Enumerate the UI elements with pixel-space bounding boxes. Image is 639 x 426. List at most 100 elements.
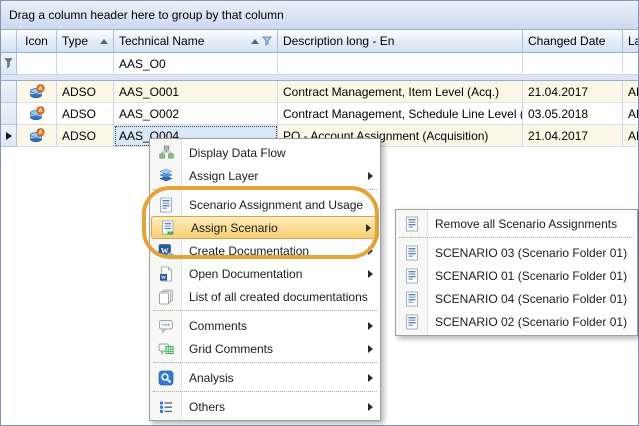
cell-description[interactable]: Contract Management, Schedule Line Level… [278, 103, 523, 125]
list-bullets-icon [158, 399, 174, 415]
cell-icon[interactable]: A [17, 81, 57, 103]
cell-technical-name[interactable]: AAS_O002 [114, 103, 278, 125]
document-lines-icon [404, 216, 420, 232]
menu-item-label: Scenario Assignment and Usage [189, 198, 363, 212]
document-lines-icon [404, 314, 420, 330]
submenu-item-label: SCENARIO 03 (Scenario Folder 01) [435, 246, 627, 260]
menu-item-others[interactable]: Others [150, 395, 380, 418]
submenu-arrow-icon [368, 172, 373, 180]
menu-item-label: Open Documentation [189, 267, 302, 281]
submenu-item-scenario-03[interactable]: SCENARIO 03 (Scenario Folder 01) [396, 241, 637, 264]
group-by-panel[interactable]: Drag a column header here to group by th… [1, 1, 638, 30]
submenu-item-label: Remove all Scenario Assignments [435, 217, 617, 231]
menu-item-label: Assign Scenario [191, 221, 278, 235]
menu-item-display-data-flow[interactable]: Display Data Flow [150, 141, 380, 164]
menu-item-assign-layer[interactable]: Assign Layer [150, 164, 380, 187]
filter-cell-changed-date[interactable] [523, 53, 623, 75]
cell-changed-date[interactable]: 21.04.2017 [523, 125, 623, 147]
document-lines-icon [404, 291, 420, 307]
column-header-technical-name[interactable]: Technical Name [114, 30, 278, 53]
submenu-item-scenario-01[interactable]: SCENARIO 01 (Scenario Folder 01) [396, 264, 637, 287]
table-row[interactable]: A ADSO AAS_O001 Contract Management, Ite… [1, 81, 638, 103]
sort-ascending-icon [251, 39, 259, 44]
table-row[interactable]: A ADSO AAS_O002 Contract Management, Sch… [1, 103, 638, 125]
menu-separator [153, 389, 377, 395]
column-header-icon-label: Icon [25, 34, 48, 48]
column-header-type-label: Type [62, 34, 88, 48]
submenu-arrow-icon [368, 322, 373, 330]
submenu-arrow-icon [368, 247, 373, 255]
column-header-technical-name-label: Technical Name [119, 34, 204, 48]
sort-ascending-icon [100, 39, 108, 44]
cell-icon[interactable]: A [17, 125, 57, 147]
submenu-arrow-icon [368, 270, 373, 278]
submenu-arrow-icon [368, 345, 373, 353]
cell-icon[interactable]: A [17, 103, 57, 125]
cell-type-text: ADSO [62, 129, 96, 143]
cell-description-text: Contract Management, Item Level (Acq.) [283, 85, 499, 99]
svg-text:A: A [38, 86, 42, 92]
menu-item-scenario-assignment-usage[interactable]: Scenario Assignment and Usage [150, 193, 380, 216]
cell-changed-date-text: 21.04.2017 [528, 129, 588, 143]
adso-object-icon: A [29, 106, 45, 122]
cell-description[interactable]: Contract Management, Item Level (Acq.) [278, 81, 523, 103]
submenu-item-scenario-04[interactable]: SCENARIO 04 (Scenario Folder 01) [396, 287, 637, 310]
column-filter-icon[interactable] [262, 36, 272, 46]
filter-cell-technical-name[interactable]: AAS_O0 [114, 53, 278, 75]
column-header-changed-date-label: Changed Date [528, 34, 605, 48]
grid-window: Drag a column header here to group by th… [0, 0, 639, 426]
cell-type[interactable]: ADSO [57, 125, 114, 147]
submenu-item-scenario-02[interactable]: SCENARIO 02 (Scenario Folder 01) [396, 310, 637, 333]
column-header-description-label: Description long - En [283, 34, 394, 48]
row-indicator [1, 81, 17, 103]
cell-last[interactable]: AD [623, 81, 638, 103]
menu-item-open-documentation[interactable]: W Open Documentation [150, 262, 380, 285]
menu-separator [153, 360, 377, 366]
cell-technical-name-text: AAS_O002 [119, 107, 179, 121]
menu-item-analysis[interactable]: Analysis [150, 366, 380, 389]
cell-technical-name[interactable]: AAS_O001 [114, 81, 278, 103]
column-header-type[interactable]: Type [57, 30, 114, 53]
filter-cell-type[interactable] [57, 53, 114, 75]
menu-item-create-documentation[interactable]: W Create Documentation [150, 239, 380, 262]
menu-item-label: Grid Comments [189, 342, 273, 356]
column-header-changed-date[interactable]: Changed Date [523, 30, 623, 53]
cell-description-text: Contract Management, Schedule Line Level… [283, 107, 523, 121]
filter-cell-icon[interactable] [17, 53, 57, 75]
document-lines-icon [404, 268, 420, 284]
cell-changed-date-text: 03.05.2018 [528, 107, 588, 121]
filter-cell-last[interactable] [623, 53, 638, 75]
column-header-last[interactable]: La [623, 30, 638, 53]
filter-cell-description[interactable] [278, 53, 523, 75]
cell-type[interactable]: ADSO [57, 103, 114, 125]
menu-separator [399, 235, 634, 241]
menu-item-grid-comments[interactable]: Grid Comments [150, 337, 380, 360]
cell-changed-date[interactable]: 21.04.2017 [523, 81, 623, 103]
analysis-magnifier-icon [158, 370, 174, 386]
assign-scenario-icon [160, 220, 176, 236]
cell-changed-date[interactable]: 03.05.2018 [523, 103, 623, 125]
column-header-last-label: La [628, 34, 638, 48]
row-indicator [1, 103, 17, 125]
menu-item-label: List of all created documentations [189, 290, 368, 304]
documents-stack-icon [158, 289, 174, 305]
menu-item-list-documentations[interactable]: List of all created documentations [150, 285, 380, 308]
data-flow-icon [158, 145, 174, 161]
cell-type[interactable]: ADSO [57, 81, 114, 103]
menu-item-comments[interactable]: Comments [150, 314, 380, 337]
column-header-icon[interactable]: Icon [17, 30, 57, 53]
cell-last[interactable]: AD [623, 103, 638, 125]
menu-item-assign-scenario[interactable]: Assign Scenario [151, 216, 379, 239]
header-indicator-cell [1, 30, 17, 53]
submenu-arrow-icon [366, 224, 371, 232]
cell-last[interactable]: AD [623, 125, 638, 147]
auto-filter-row: AAS_O0 [1, 53, 638, 75]
context-menu: Display Data Flow Assign Layer [149, 138, 381, 421]
word-document-icon: W [158, 266, 174, 282]
column-header-description[interactable]: Description long - En [278, 30, 523, 53]
comment-bubble-icon [158, 318, 174, 334]
submenu-item-label: SCENARIO 04 (Scenario Folder 01) [435, 292, 627, 306]
filter-row-indicator [1, 53, 17, 75]
menu-item-label: Display Data Flow [189, 146, 286, 160]
submenu-item-remove-all-scenario-assignments[interactable]: Remove all Scenario Assignments [396, 212, 637, 235]
